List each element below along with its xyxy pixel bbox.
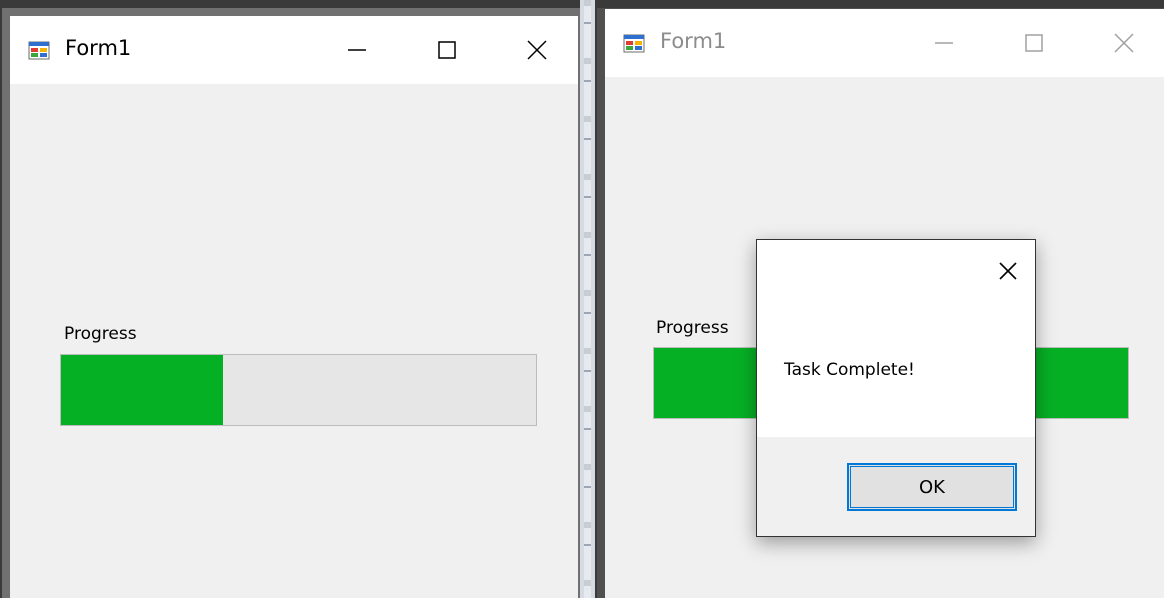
ok-button[interactable]: OK [847,463,1017,511]
dialog-message-area: Task Complete! [757,240,1035,437]
desktop-background [580,0,595,598]
maximize-icon [438,41,456,59]
minimize-button[interactable] [312,16,402,84]
dialog-message: Task Complete! [784,360,915,380]
minimize-button[interactable] [899,9,989,77]
message-box-dialog: Task Complete! OK [756,239,1036,537]
close-icon [527,40,547,60]
title-bar[interactable]: Form1 [605,9,1164,77]
close-icon [999,262,1017,280]
minimize-icon [935,42,953,44]
title-bar[interactable]: Form1 [10,16,578,84]
progress-label: Progress [64,324,137,344]
maximize-icon [1025,34,1043,52]
close-button[interactable] [492,16,578,84]
progress-label: Progress [656,318,729,338]
maximize-button[interactable] [402,16,492,84]
close-icon [1114,33,1134,53]
form1-window-left: Form1 Progress [2,8,580,598]
dialog-close-button[interactable] [991,254,1025,288]
form-app-icon [28,41,50,60]
window-title: Form1 [660,29,727,53]
minimize-icon [348,49,366,51]
close-button[interactable] [1079,9,1164,77]
progress-bar [60,354,537,426]
form-app-icon [623,34,645,53]
window-title: Form1 [65,36,132,60]
progress-bar-fill [61,355,223,425]
maximize-button[interactable] [989,9,1079,77]
